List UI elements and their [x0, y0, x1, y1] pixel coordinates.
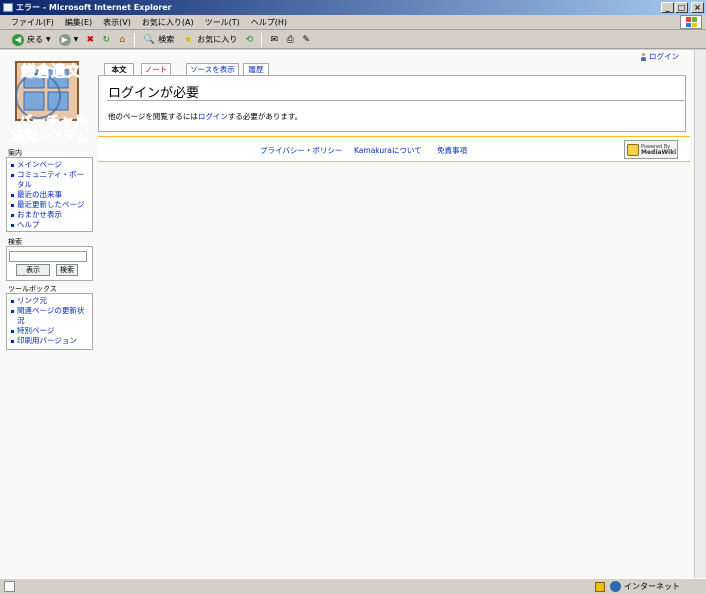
favorites-button[interactable]: ★ お気に入り [180, 32, 239, 48]
edit-icon[interactable]: ✎ [300, 34, 312, 46]
vertical-scrollbar[interactable] [694, 50, 706, 578]
go-button[interactable]: 表示 [16, 264, 50, 276]
tab-talk[interactable]: ノート [141, 63, 171, 75]
maximize-button[interactable]: □ [675, 2, 688, 13]
back-arrow-icon: ◀ [12, 33, 24, 46]
stop-icon[interactable]: ✖ [84, 34, 96, 46]
page-status-icon [4, 581, 15, 592]
refresh-icon[interactable]: ↻ [100, 34, 112, 46]
login-required-message: 他のページを閲覧するにはログインする必要があります。 [108, 111, 302, 122]
svg-text:研究システム: 研究システム [11, 129, 89, 145]
title-divider [107, 100, 684, 101]
powered-by-mediawiki-badge[interactable]: Powered By MediaWiki [624, 140, 678, 159]
nav-recent-changes[interactable]: 最近更新したページ [11, 200, 88, 210]
nav-community-portal[interactable]: コミュニティ・ポータル [11, 170, 88, 190]
privacy-policy-link[interactable]: プライバシー・ポリシー [260, 145, 342, 156]
svg-text:バーチャル: バーチャル [18, 114, 88, 130]
mail-icon[interactable]: ✉ [268, 34, 280, 46]
toolbox-portlet: リンク元 関連ページの更新状況 特別ページ 印刷用バージョン [6, 293, 93, 350]
login-link[interactable]: ログイン [640, 51, 679, 62]
toolbox-what-links-here[interactable]: リンク元 [11, 296, 88, 306]
menu-edit[interactable]: 編集(E) [65, 17, 92, 28]
lock-icon [595, 581, 605, 592]
toolbar: ◀ 戻る ▼ ▶ ▼ ✖ ↻ ⌂ 🔍 検索 ★ お気に入り ⟲ ✉ ⎙ ✎ [0, 31, 706, 49]
login-label: ログイン [649, 52, 679, 61]
home-icon[interactable]: ⌂ [116, 34, 128, 46]
navigation-portlet: メインページ コミュニティ・ポータル 最近の出来事 最近更新したページ おまかせ… [6, 157, 93, 232]
close-button[interactable]: × [691, 2, 704, 13]
nav-current-events[interactable]: 最近の出来事 [11, 190, 88, 200]
toolbar-separator [134, 32, 136, 47]
print-icon[interactable]: ⎙ [284, 34, 296, 46]
message-text: する必要があります。 [227, 112, 303, 121]
menu-favorites[interactable]: お気に入り(A) [142, 17, 194, 28]
tab-view-source[interactable]: ソースを表示 [186, 63, 239, 75]
nav-random-page[interactable]: おまかせ表示 [11, 210, 88, 220]
menu-file[interactable]: ファイル(F) [11, 17, 54, 28]
tab-history[interactable]: 履歴 [243, 63, 269, 75]
favorites-label: お気に入り [197, 35, 238, 44]
dropdown-icon[interactable]: ▼ [74, 36, 79, 43]
zone-label: インターネット [624, 582, 680, 591]
window-title: エラー - Microsoft Internet Explorer [16, 3, 172, 12]
dropdown-icon[interactable]: ▼ [46, 36, 51, 43]
mediawiki-text: MediaWiki [641, 148, 677, 156]
footer: プライバシー・ポリシー Kamakuraについて 免責事項 Powered By… [98, 136, 690, 162]
user-icon [640, 52, 647, 61]
site-logo[interactable]: 鎌倉遺文 バーチャル 研究システム [6, 56, 96, 146]
search-submit-button[interactable]: 検索 [56, 264, 78, 276]
window-titlebar: エラー - Microsoft Internet Explorer _ □ × [0, 0, 706, 15]
status-bar: インターネット [0, 578, 706, 594]
forward-arrow-icon: ▶ [58, 33, 71, 46]
search-icon: 🔍 [143, 34, 155, 45]
nav-help[interactable]: ヘルプ [11, 220, 88, 230]
toolbox-printable-version[interactable]: 印刷用バージョン [11, 336, 88, 346]
back-button[interactable]: ◀ 戻る ▼ [10, 32, 53, 48]
nav-main-page[interactable]: メインページ [11, 160, 88, 170]
mediawiki-icon [627, 143, 639, 156]
content-box: ログインが必要 他のページを閲覧するにはログインする必要があります。 [98, 75, 686, 132]
star-icon: ★ [184, 34, 193, 45]
back-label: 戻る [27, 35, 43, 44]
page-title: ログインが必要 [108, 86, 200, 101]
search-label: 検索 [158, 35, 175, 44]
page-content: 鎌倉遺文 バーチャル 研究システム ログイン 本文 ノート ソースを表示 履歴 … [0, 50, 694, 578]
forward-button[interactable]: ▶ ▼ [57, 32, 81, 48]
windows-logo-icon [680, 15, 702, 29]
search-button[interactable]: 🔍 検索 [141, 32, 176, 48]
message-text: 他のページを閲覧するには [108, 112, 198, 121]
about-link[interactable]: Kamakuraについて [354, 145, 422, 156]
toolbar-separator [261, 32, 263, 47]
internet-zone-icon [610, 581, 621, 592]
ie-icon [3, 3, 13, 12]
minimize-button[interactable]: _ [661, 2, 674, 13]
menu-bar: ファイル(F) 編集(E) 表示(V) お気に入り(A) ツール(T) ヘルプ(… [0, 15, 706, 30]
disclaimer-link[interactable]: 免責事項 [437, 145, 467, 156]
menu-view[interactable]: 表示(V) [103, 17, 131, 28]
history-icon[interactable]: ⟲ [243, 34, 255, 46]
search-input[interactable] [9, 251, 87, 262]
menu-tools[interactable]: ツール(T) [205, 17, 240, 28]
menu-help[interactable]: ヘルプ(H) [251, 17, 287, 28]
svg-text:鎌倉遺文: 鎌倉遺文 [20, 62, 82, 80]
toolbox-related-changes[interactable]: 関連ページの更新状況 [11, 306, 88, 326]
toolbox-special-pages[interactable]: 特別ページ [11, 326, 88, 336]
login-message-link[interactable]: ログイン [198, 112, 228, 121]
